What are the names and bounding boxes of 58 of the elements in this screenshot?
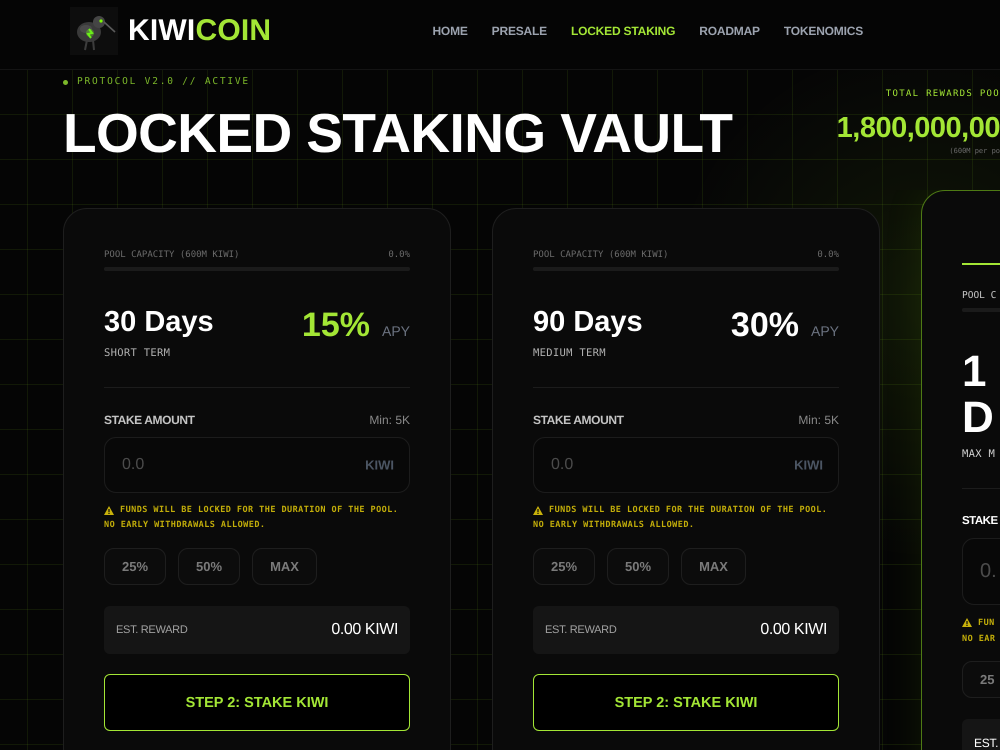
status-dot-icon (63, 80, 68, 84)
nav-link[interactable]: LOCKED STAKING (570, 22, 676, 38)
warning-icon (533, 506, 543, 515)
reward-label: EST. REWARD (116, 624, 188, 636)
stake-amount-label: STAKE AMOUNT (533, 412, 624, 428)
capacity-reading: 0.0% (817, 249, 839, 261)
amount-preset-button[interactable]: 25 (962, 661, 1000, 698)
amount-preset-button[interactable]: 50% (178, 548, 240, 585)
apy-label: APY (382, 323, 410, 339)
stake-amount-label: STAKE AMOUNT (104, 412, 195, 428)
capacity-reading: 0.0% (388, 249, 410, 261)
amount-preset-button[interactable]: 25% (533, 548, 596, 585)
reward-label: EST. REWARD (545, 624, 616, 636)
warning-text: NO EAR (962, 632, 996, 646)
capacity-label: POOL CAPACITY (600M KIWI) (104, 249, 240, 261)
duration-text: 30 Days (104, 305, 214, 340)
term-label: MEDIUM TERM (533, 346, 607, 360)
duration-text: 90 Days (533, 305, 643, 340)
amount-preset-button[interactable]: 25% (104, 548, 166, 585)
apy-value: 30% (730, 305, 799, 346)
reward-value: 0.00 KIWI (760, 621, 827, 639)
logo-text: KIWICOIN (128, 14, 272, 48)
minimum-label: Min: 5K (369, 412, 410, 428)
warning-text: FUNDS WILL BE LOCKED FOR THE DURATION OF THE POOL. (120, 504, 398, 516)
rewards-total: 1,800,000,00 (836, 111, 1000, 145)
apy-value: 15% (302, 305, 370, 346)
rewards-label: TOTAL REWARDS POO (886, 88, 1000, 100)
warning-icon (962, 618, 972, 627)
unit-label: KIWI (794, 458, 823, 472)
warning-text: NO EARLY WITHDRAWALS ALLOWED. (104, 519, 266, 532)
warning-text: FUN (978, 616, 995, 630)
nav-link[interactable]: HOME (432, 22, 468, 38)
reward-value: 0.00 KIWI (331, 621, 398, 639)
term-label: SHORT TERM (104, 346, 172, 360)
term-label: MAX M (962, 447, 996, 461)
warning-icon (104, 506, 114, 515)
nav-link[interactable]: TOKENOMICS (784, 22, 863, 38)
nav-link[interactable]: PRESALE (492, 22, 547, 38)
amount-preset-button[interactable]: MAX (252, 548, 317, 585)
amount-preset-button[interactable]: MAX (681, 548, 746, 585)
amount-preset-button[interactable]: 50% (607, 548, 670, 585)
minimum-label: Min: 5K (798, 412, 839, 428)
amount-input[interactable]: 0. (962, 538, 1000, 605)
stake-amount-label: STAKE (962, 514, 998, 529)
apy-label: APY (810, 323, 839, 339)
duration-text: 1 D (962, 349, 995, 441)
unit-label: KIWI (365, 458, 394, 472)
capacity-label: POOL C (962, 290, 996, 302)
stake-button[interactable]: STEP 2: STAKE KIWI (533, 674, 839, 731)
reward-label: EST. (974, 736, 998, 750)
warning-text: FUNDS WILL BE LOCKED FOR THE DURATION OF THE POOL. (549, 504, 828, 516)
kiwi-bird-icon (70, 6, 118, 54)
warning-text: NO EARLY WITHDRAWALS ALLOWED. (533, 519, 694, 532)
stake-button[interactable]: STEP 2: STAKE KIWI (104, 674, 410, 731)
page-title: LOCKED STAKING VAULT (63, 106, 734, 161)
capacity-label: POOL CAPACITY (600M KIWI) (533, 249, 668, 261)
nav-link[interactable]: ROADMAP (699, 22, 760, 38)
status-text: PROTOCOL V2.0 // ACTIVE (77, 76, 250, 88)
